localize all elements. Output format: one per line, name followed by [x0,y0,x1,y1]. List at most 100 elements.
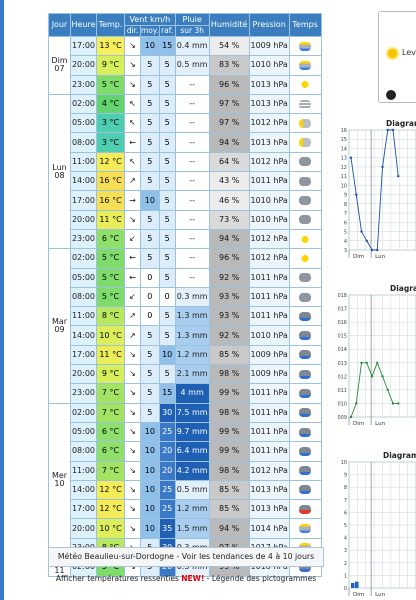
wind-gust-cell: 5 [158,55,176,76]
storm-icon [299,504,312,514]
cloud-rain-icon [299,369,312,379]
rain-cell: -- [174,151,210,173]
weather-cell [288,35,322,57]
y-tick-label: 1 [344,573,347,579]
weather-cell [288,499,322,520]
forecast-row: 14:00 10 °C ↗ 5 5 1.3 mm 92 % 1010 hPa [49,325,322,346]
wind-gust-cell: 25 [158,479,176,501]
weather-cell [288,286,322,308]
cloud-rain-icon [299,408,312,418]
forecast-row: 20:00 9 °C ↘ 5 5 0.5 mm 83 % 1010 hPa [49,55,322,76]
wind-direction-icon: ← [124,267,141,288]
y-tick-label: 4 [344,536,347,542]
wind-avg-cell: 0 [140,286,160,308]
wind-direction-icon: ↘ [124,402,141,423]
legend-link[interactable]: - Légende des pictogrammes [204,574,316,583]
pressure-cell: 1011 hPa [248,171,290,192]
moon-icon [386,90,396,100]
temperature-chart-svg: 3 4 5 6 7 8 9 10 11 12 13 14 15 16 Dim Lun [341,128,416,260]
pressure-cell: 1013 hPa [248,132,290,153]
forecast-row: 08:00 5 °C ↙ 0 0 0.3 mm 93 % 1011 hPa [49,286,322,308]
wind-direction-icon: ↘ [124,55,141,76]
col-header-pressure: Pression [248,13,290,37]
forecast-table: Jour Heure Temp. Vent km/h Pluie Humidit… [48,13,322,578]
rain-cell: -- [174,74,210,95]
weather-cell [288,171,322,192]
col-header-temp: Temp. [96,13,125,37]
y-tick-label: 13 [341,156,347,162]
temp-cell: 16 °C [96,190,125,211]
temp-cell: 11 °C [96,209,125,230]
wind-avg-cell: 5 [140,383,160,404]
weather-cell [288,306,322,327]
wind-avg-cell: 10 [140,441,160,462]
sun-icon [388,49,397,58]
wind-direction-icon: → [124,190,141,211]
rain-cell: -- [174,93,210,115]
col-header-day: Jour [48,13,71,37]
trend-link[interactable]: Météo Beaulieu-sur-Dordogne - Voir les t… [48,547,324,567]
y-tick-label: 5 [344,523,347,529]
forecast-row: 17:00 16 °C → 10 5 -- 46 % 1010 hPa [49,190,322,211]
pressure-cell: 1014 hPa [248,518,290,539]
day-label: Lun 08 [48,93,71,250]
wind-gust-cell: 5 [158,171,176,192]
temp-cell: 10 °C [96,325,125,346]
weather-cell [288,421,322,443]
col-header-rain: Pluie [174,13,210,26]
weather-cell [288,151,322,173]
temp-cell: 6 °C [96,421,125,443]
feels-like-link[interactable]: Afficher températures ressenties [56,574,181,583]
x-tick-label: Lun [375,421,385,427]
sun-cloud-rain-icon [299,60,312,70]
weather-cell [288,267,322,288]
left-edge-bar [0,0,4,600]
day-number: 09 [54,324,65,334]
wind-direction-icon: ← [124,132,141,153]
data-point [355,193,358,196]
temp-cell: 6 °C [96,441,125,462]
sun-icon [299,234,312,244]
hour-cell: 11:00 [70,460,97,481]
rain-cell: 4.2 mm [174,460,210,481]
humidity-cell: 98 % [208,460,250,481]
y-tick-label: 1015 [337,334,347,340]
hour-cell: 20:00 [70,55,97,76]
wind-direction-icon: ← [124,248,141,269]
wind-direction-icon: ↙ [124,286,141,308]
y-tick-label: 1018 [337,293,347,299]
wind-gust-cell: 5 [158,306,176,327]
rain-cell: 1.3 mm [174,325,210,346]
sunrise-label: Leve [402,48,416,57]
wind-avg-cell: 5 [140,74,160,95]
cloud-icon [299,176,312,186]
temp-cell: 5 °C [96,267,125,288]
temp-cell: 7 °C [96,402,125,423]
humidity-cell: 94 % [208,132,250,153]
weather-cell [288,441,322,462]
temp-cell: 5 °C [96,74,125,95]
col-header-wind: Vent km/h [124,13,176,26]
data-point [376,248,379,252]
weather-cell [288,209,322,230]
y-tick-label: 6 [344,510,347,516]
weather-cell [288,402,322,423]
y-tick-label: 3 [344,548,347,554]
y-tick-label: 1010 [337,401,347,407]
hour-cell: 23:00 [70,228,97,250]
rain-cell: 1.2 mm [174,499,210,520]
wind-gust-cell: 0 [158,286,176,308]
forecast-row: 17:00 11 °C ↘ 5 10 1.2 mm 85 % 1009 hPa [49,344,322,366]
data-point [397,174,400,178]
day-label: Mar 09 [48,248,71,404]
forecast-row: 11:00 8 °C ↗ 0 5 1.3 mm 93 % 1011 hPa [49,306,322,327]
humidity-cell: 83 % [208,55,250,76]
y-tick-label: 15 [341,137,347,143]
pressure-cell: 1012 hPa [248,460,290,481]
forecast-row: 08:00 6 °C ↘ 10 20 6.4 mm 99 % 1011 hPa [49,441,322,462]
col-header-wind-dir: dir. [124,25,141,37]
hour-cell: 20:00 [70,518,97,539]
wind-gust-cell: 5 [158,132,176,153]
rain-cell: -- [174,267,210,288]
sun-cloud-rain-icon [299,41,312,51]
